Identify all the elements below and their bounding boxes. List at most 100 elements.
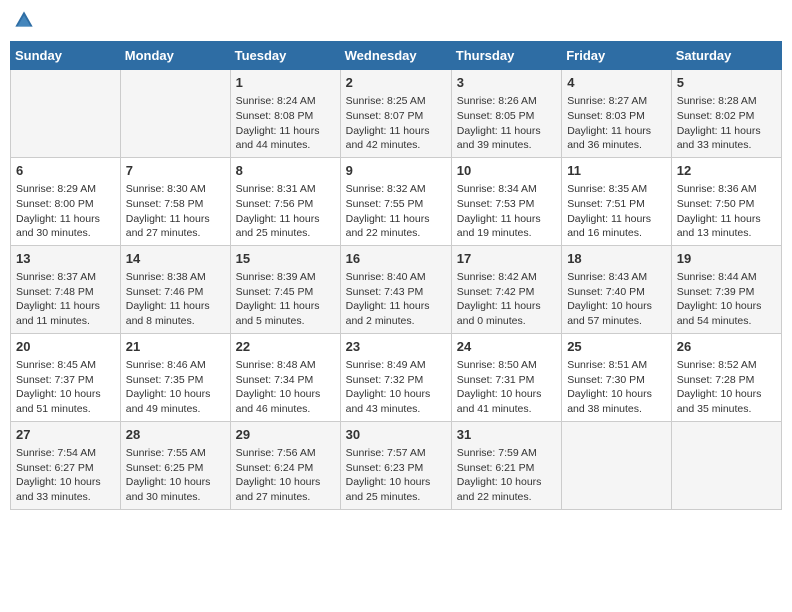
cell-content: Sunrise: 8:31 AM Sunset: 7:56 PM Dayligh…: [236, 182, 335, 241]
cell-content: Sunrise: 8:24 AM Sunset: 8:08 PM Dayligh…: [236, 94, 335, 153]
calendar-cell: [120, 70, 230, 158]
cell-content: Sunrise: 8:49 AM Sunset: 7:32 PM Dayligh…: [346, 358, 446, 417]
day-number: 19: [677, 250, 776, 268]
calendar-week-row: 1 Sunrise: 8:24 AM Sunset: 8:08 PM Daylig…: [11, 70, 782, 158]
cell-content: Sunrise: 8:28 AM Sunset: 8:02 PM Dayligh…: [677, 94, 776, 153]
calendar-cell: 27 Sunrise: 7:54 AM Sunset: 6:27 PM Dayli…: [11, 421, 121, 509]
day-number: 23: [346, 338, 446, 356]
logo: [14, 10, 36, 35]
day-number: 16: [346, 250, 446, 268]
day-number: 29: [236, 426, 335, 444]
calendar-cell: 9 Sunrise: 8:32 AM Sunset: 7:55 PM Daylig…: [340, 157, 451, 245]
cell-content: Sunrise: 8:34 AM Sunset: 7:53 PM Dayligh…: [457, 182, 556, 241]
day-number: 31: [457, 426, 556, 444]
calendar-cell: 28 Sunrise: 7:55 AM Sunset: 6:25 PM Dayli…: [120, 421, 230, 509]
calendar-cell: 17Sunrise: 8:42 AM Sunset: 7:42 PM Dayli…: [451, 245, 561, 333]
cell-content: Sunrise: 8:52 AM Sunset: 7:28 PM Dayligh…: [677, 358, 776, 417]
cell-content: Sunrise: 8:36 AM Sunset: 7:50 PM Dayligh…: [677, 182, 776, 241]
cell-content: Sunrise: 8:48 AM Sunset: 7:34 PM Dayligh…: [236, 358, 335, 417]
calendar-cell: [562, 421, 672, 509]
cell-content: Sunrise: 8:45 AM Sunset: 7:37 PM Dayligh…: [16, 358, 115, 417]
cell-content: Sunrise: 7:56 AM Sunset: 6:24 PM Dayligh…: [236, 446, 335, 505]
calendar-cell: 5 Sunrise: 8:28 AM Sunset: 8:02 PM Daylig…: [671, 70, 781, 158]
calendar-cell: 21 Sunrise: 8:46 AM Sunset: 7:35 PM Dayli…: [120, 333, 230, 421]
day-number: 30: [346, 426, 446, 444]
day-number: 20: [16, 338, 115, 356]
day-number: 5: [677, 74, 776, 92]
calendar-cell: 10 Sunrise: 8:34 AM Sunset: 7:53 PM Dayli…: [451, 157, 561, 245]
cell-content: Sunrise: 8:27 AM Sunset: 8:03 PM Dayligh…: [567, 94, 666, 153]
calendar-cell: 13 Sunrise: 8:37 AM Sunset: 7:48 PM Dayli…: [11, 245, 121, 333]
calendar-header-row: SundayMondayTuesdayWednesdayThursdayFrid…: [11, 42, 782, 70]
day-number: 9: [346, 162, 446, 180]
calendar-cell: 24 Sunrise: 8:50 AM Sunset: 7:31 PM Dayli…: [451, 333, 561, 421]
calendar-week-row: 13 Sunrise: 8:37 AM Sunset: 7:48 PM Dayli…: [11, 245, 782, 333]
day-number: 28: [126, 426, 225, 444]
cell-content: Sunrise: 7:54 AM Sunset: 6:27 PM Dayligh…: [16, 446, 115, 505]
day-number: 3: [457, 74, 556, 92]
cell-content: Sunrise: 8:26 AM Sunset: 8:05 PM Dayligh…: [457, 94, 556, 153]
calendar-cell: 6Sunrise: 8:29 AM Sunset: 8:00 PM Daylig…: [11, 157, 121, 245]
day-number: 8: [236, 162, 335, 180]
cell-content: Sunrise: 8:43 AM Sunset: 7:40 PM Dayligh…: [567, 270, 666, 329]
calendar-cell: 1 Sunrise: 8:24 AM Sunset: 8:08 PM Daylig…: [230, 70, 340, 158]
cell-content: Sunrise: 7:55 AM Sunset: 6:25 PM Dayligh…: [126, 446, 225, 505]
cell-content: Sunrise: 8:37 AM Sunset: 7:48 PM Dayligh…: [16, 270, 115, 329]
day-number: 13: [16, 250, 115, 268]
calendar-cell: [11, 70, 121, 158]
cell-content: Sunrise: 8:46 AM Sunset: 7:35 PM Dayligh…: [126, 358, 225, 417]
col-header-thursday: Thursday: [451, 42, 561, 70]
calendar-cell: 16 Sunrise: 8:40 AM Sunset: 7:43 PM Dayli…: [340, 245, 451, 333]
day-number: 1: [236, 74, 335, 92]
day-number: 26: [677, 338, 776, 356]
cell-content: Sunrise: 8:38 AM Sunset: 7:46 PM Dayligh…: [126, 270, 225, 329]
day-number: 24: [457, 338, 556, 356]
col-header-saturday: Saturday: [671, 42, 781, 70]
day-number: 15: [236, 250, 335, 268]
calendar-cell: 29 Sunrise: 7:56 AM Sunset: 6:24 PM Dayli…: [230, 421, 340, 509]
col-header-friday: Friday: [562, 42, 672, 70]
calendar-cell: 7 Sunrise: 8:30 AM Sunset: 7:58 PM Daylig…: [120, 157, 230, 245]
calendar-week-row: 6Sunrise: 8:29 AM Sunset: 8:00 PM Daylig…: [11, 157, 782, 245]
calendar-cell: 12Sunrise: 8:36 AM Sunset: 7:50 PM Dayli…: [671, 157, 781, 245]
day-number: 22: [236, 338, 335, 356]
calendar-cell: 30 Sunrise: 7:57 AM Sunset: 6:23 PM Dayli…: [340, 421, 451, 509]
cell-content: Sunrise: 8:42 AM Sunset: 7:42 PM Dayligh…: [457, 270, 556, 329]
day-number: 21: [126, 338, 225, 356]
page-header: [10, 10, 782, 35]
calendar-cell: 22 Sunrise: 8:48 AM Sunset: 7:34 PM Dayli…: [230, 333, 340, 421]
cell-content: Sunrise: 8:32 AM Sunset: 7:55 PM Dayligh…: [346, 182, 446, 241]
calendar-cell: 8 Sunrise: 8:31 AM Sunset: 7:56 PM Daylig…: [230, 157, 340, 245]
day-number: 14: [126, 250, 225, 268]
cell-content: Sunrise: 8:44 AM Sunset: 7:39 PM Dayligh…: [677, 270, 776, 329]
col-header-monday: Monday: [120, 42, 230, 70]
col-header-wednesday: Wednesday: [340, 42, 451, 70]
calendar-cell: 14 Sunrise: 8:38 AM Sunset: 7:46 PM Dayli…: [120, 245, 230, 333]
calendar-cell: 25Sunrise: 8:51 AM Sunset: 7:30 PM Dayli…: [562, 333, 672, 421]
cell-content: Sunrise: 7:57 AM Sunset: 6:23 PM Dayligh…: [346, 446, 446, 505]
calendar-table: SundayMondayTuesdayWednesdayThursdayFrid…: [10, 41, 782, 510]
cell-content: Sunrise: 8:30 AM Sunset: 7:58 PM Dayligh…: [126, 182, 225, 241]
calendar-week-row: 20 Sunrise: 8:45 AM Sunset: 7:37 PM Dayli…: [11, 333, 782, 421]
day-number: 10: [457, 162, 556, 180]
day-number: 7: [126, 162, 225, 180]
cell-content: Sunrise: 8:29 AM Sunset: 8:00 PM Dayligh…: [16, 182, 115, 241]
calendar-cell: 11Sunrise: 8:35 AM Sunset: 7:51 PM Dayli…: [562, 157, 672, 245]
col-header-tuesday: Tuesday: [230, 42, 340, 70]
calendar-week-row: 27 Sunrise: 7:54 AM Sunset: 6:27 PM Dayli…: [11, 421, 782, 509]
cell-content: Sunrise: 8:40 AM Sunset: 7:43 PM Dayligh…: [346, 270, 446, 329]
day-number: 27: [16, 426, 115, 444]
calendar-cell: 3 Sunrise: 8:26 AM Sunset: 8:05 PM Daylig…: [451, 70, 561, 158]
calendar-cell: 19 Sunrise: 8:44 AM Sunset: 7:39 PM Dayli…: [671, 245, 781, 333]
calendar-cell: 18Sunrise: 8:43 AM Sunset: 7:40 PM Dayli…: [562, 245, 672, 333]
day-number: 4: [567, 74, 666, 92]
calendar-cell: 31 Sunrise: 7:59 AM Sunset: 6:21 PM Dayli…: [451, 421, 561, 509]
cell-content: Sunrise: 8:25 AM Sunset: 8:07 PM Dayligh…: [346, 94, 446, 153]
cell-content: Sunrise: 8:50 AM Sunset: 7:31 PM Dayligh…: [457, 358, 556, 417]
calendar-cell: 23 Sunrise: 8:49 AM Sunset: 7:32 PM Dayli…: [340, 333, 451, 421]
cell-content: Sunrise: 8:35 AM Sunset: 7:51 PM Dayligh…: [567, 182, 666, 241]
cell-content: Sunrise: 7:59 AM Sunset: 6:21 PM Dayligh…: [457, 446, 556, 505]
calendar-cell: [671, 421, 781, 509]
col-header-sunday: Sunday: [11, 42, 121, 70]
day-number: 2: [346, 74, 446, 92]
